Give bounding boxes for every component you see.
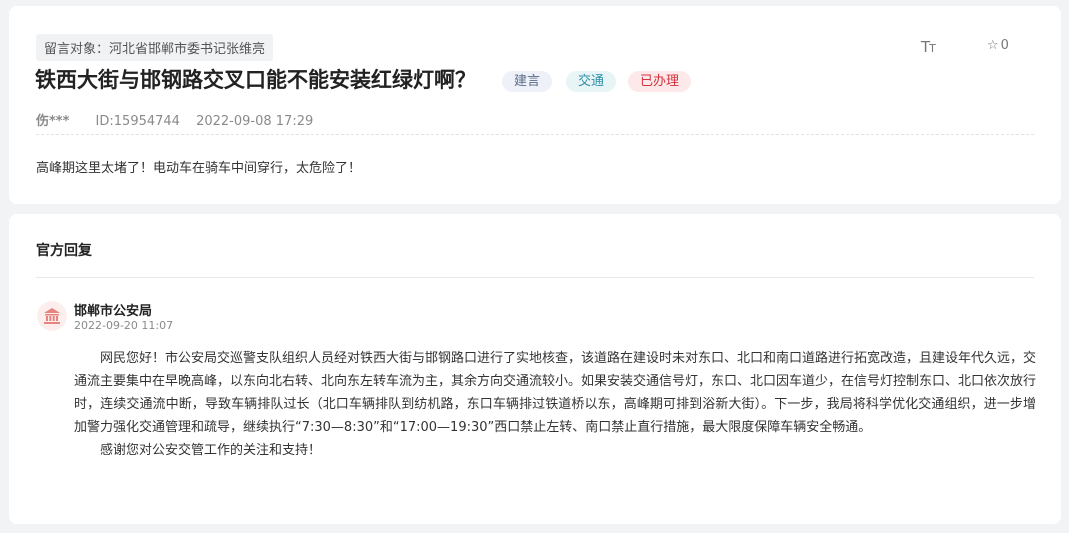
department-name: 邯郸市公安局 xyxy=(74,304,153,319)
reply-heading: 官方回复 xyxy=(36,243,92,259)
favorite-count: 0 xyxy=(1000,38,1009,53)
message-content: 高峰期这里太堵了！电动车在骑车中间穿行，太危险了！ xyxy=(36,161,362,176)
government-building-icon xyxy=(37,301,67,331)
reply-card: 官方回复 邯郸市公安局 2022-09-20 11:07 网民您好！市公安局交巡… xyxy=(9,214,1061,524)
message-date: 2022-09-08 17:29 xyxy=(196,114,314,129)
message-id: ID:15954744 xyxy=(95,114,180,129)
message-target: 留言对象：河北省邯郸市委书记张维亮 xyxy=(36,34,274,61)
category-tag-suggestion: 建言 xyxy=(502,71,553,92)
reply-paragraph: 网民您好！市公安局交巡警支队组织人员经对铁西大街与邯钢路口进行了实地核查，该道路… xyxy=(74,351,1037,435)
status-badge: 已办理 xyxy=(628,71,692,92)
favorite-button[interactable]: ☆ 0 xyxy=(987,38,1009,53)
reply-body: 网民您好！市公安局交巡警支队组织人员经对铁西大街与邯钢路口进行了实地核查，该道路… xyxy=(74,347,1036,462)
reply-time: 2022-09-20 11:07 xyxy=(74,319,174,332)
message-card: 留言对象：河北省邯郸市委书记张维亮 铁西大街与邯钢路交叉口能不能安装红绿灯啊？ … xyxy=(9,6,1061,204)
reply-paragraph: 感谢您对公安交管工作的关注和支持！ xyxy=(100,443,322,458)
message-meta: 伤*** ID:15954744 2022-09-08 17:29 xyxy=(36,110,313,129)
author-name: 伤*** xyxy=(36,114,70,129)
divider xyxy=(36,134,1034,135)
font-size-icon: TT xyxy=(921,38,936,56)
message-title: 铁西大街与邯钢路交叉口能不能安装红绿灯啊？ xyxy=(35,68,476,92)
category-tag-traffic: 交通 xyxy=(566,71,617,92)
divider xyxy=(36,277,1034,278)
star-icon: ☆ xyxy=(987,38,999,53)
font-size-button[interactable]: TT xyxy=(921,38,936,56)
